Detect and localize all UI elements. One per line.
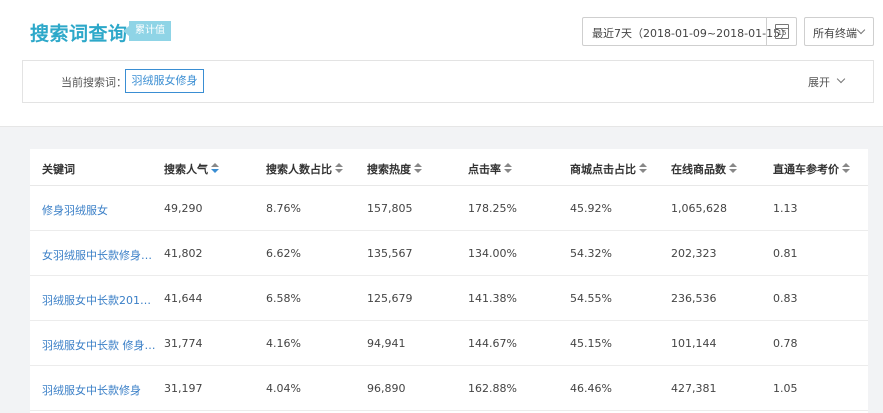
column-header-label: 搜索人气 [164, 163, 208, 176]
column-header-label: 搜索人数占比 [266, 163, 332, 176]
search-heat-cell: 125,679 [367, 292, 413, 305]
column-header-label: 关键词 [42, 163, 75, 176]
sort-icon[interactable] [335, 163, 343, 174]
ztc-price-cell: 0.81 [773, 247, 798, 260]
chevron-down-icon [856, 25, 866, 35]
online-items-cell: 236,536 [671, 292, 717, 305]
mall-click-share-cell: 45.92% [570, 202, 612, 215]
ctr-cell: 134.00% [468, 247, 517, 260]
column-header-online-items[interactable]: 在线商品数 [671, 161, 737, 177]
calendar-button[interactable]: 15 [766, 18, 796, 45]
expand-label: 展开 [808, 76, 830, 89]
ztc-price-cell: 0.83 [773, 292, 798, 305]
expand-toggle[interactable]: 展开 [808, 74, 846, 90]
online-items-cell: 202,323 [671, 247, 717, 260]
keyword-link[interactable]: 羽绒服女中长款2017新... [42, 292, 157, 308]
terminal-select[interactable]: 所有终端 [804, 17, 874, 46]
search-popularity-cell: 49,290 [164, 202, 203, 215]
sort-icon[interactable] [729, 163, 737, 174]
searcher-share-cell: 4.04% [266, 382, 301, 395]
calendar-icon: 15 [775, 24, 789, 39]
sort-icon[interactable] [211, 163, 219, 174]
sort-icon[interactable] [414, 163, 422, 174]
column-header-search-popularity[interactable]: 搜索人气 [164, 161, 219, 177]
column-header-label: 点击率 [468, 163, 501, 176]
table-row: 女羽绒服中长款修身冬... 41,802 6.62% 135,567 134.0… [30, 231, 868, 276]
filter-bar: 当前搜索词： 羽绒服女修身 展开 [22, 60, 874, 103]
search-popularity-cell: 31,197 [164, 382, 203, 395]
date-range-text: 最近7天（2018-01-09~2018-01-15） [592, 27, 792, 40]
search-heat-cell: 96,890 [367, 382, 406, 395]
search-popularity-cell: 41,802 [164, 247, 203, 260]
table-row: 羽绒服女中长款2017新... 41,644 6.58% 125,679 141… [30, 276, 868, 321]
column-header-search-heat[interactable]: 搜索热度 [367, 161, 422, 177]
current-keyword-chip[interactable]: 羽绒服女修身 [125, 69, 204, 93]
column-header-ctr[interactable]: 点击率 [468, 161, 512, 177]
column-header-searcher-share[interactable]: 搜索人数占比 [266, 161, 343, 177]
keyword-link[interactable]: 女羽绒服中长款修身冬... [42, 247, 157, 263]
online-items-cell: 101,144 [671, 337, 717, 350]
search-heat-cell: 135,567 [367, 247, 413, 260]
column-header-label: 搜索热度 [367, 163, 411, 176]
ztc-price-cell: 1.05 [773, 382, 798, 395]
table-row: 羽绒服女中长款 修身显... 31,774 4.16% 94,941 144.6… [30, 321, 868, 366]
online-items-cell: 1,065,628 [671, 202, 727, 215]
search-heat-cell: 94,941 [367, 337, 406, 350]
search-popularity-cell: 41,644 [164, 292, 203, 305]
keyword-link[interactable]: 羽绒服女中长款 修身显... [42, 337, 157, 353]
chevron-down-icon [836, 74, 846, 84]
mall-click-share-cell: 46.46% [570, 382, 612, 395]
date-range-picker[interactable]: 最近7天（2018-01-09~2018-01-15） 15 [582, 17, 797, 46]
mall-click-share-cell: 54.55% [570, 292, 612, 305]
ctr-cell: 141.38% [468, 292, 517, 305]
ztc-price-cell: 1.13 [773, 202, 798, 215]
searcher-share-cell: 6.58% [266, 292, 301, 305]
table-row: 羽绒服女中长款修身 31,197 4.04% 96,890 162.88% 46… [30, 366, 868, 411]
ctr-cell: 144.67% [468, 337, 517, 350]
mall-click-share-cell: 45.15% [570, 337, 612, 350]
calendar-day: 15 [777, 29, 787, 37]
search-popularity-cell: 31,774 [164, 337, 203, 350]
page-title: 搜索词查询 [30, 23, 128, 45]
ctr-cell: 162.88% [468, 382, 517, 395]
column-header-ztc-price[interactable]: 直通车参考价 [773, 161, 850, 177]
sort-icon[interactable] [842, 163, 850, 174]
cumulative-badge: 累计值 [123, 21, 171, 41]
sort-icon[interactable] [504, 163, 512, 174]
sort-icon[interactable] [639, 163, 647, 174]
searcher-share-cell: 6.62% [266, 247, 301, 260]
table-header: 关键词 搜索人气 搜索人数占比 搜索热度 点击率 商城点击占比 在线商品数 直通… [30, 149, 868, 186]
keyword-link[interactable]: 羽绒服女中长款修身 [42, 382, 141, 398]
searcher-share-cell: 4.16% [266, 337, 301, 350]
column-header-label: 商城点击占比 [570, 163, 636, 176]
current-keyword-label: 当前搜索词： [61, 76, 127, 89]
column-header-mall-click-share[interactable]: 商城点击占比 [570, 161, 647, 177]
mall-click-share-cell: 54.32% [570, 247, 612, 260]
terminal-select-value: 所有终端 [813, 27, 857, 40]
column-header-label: 直通车参考价 [773, 163, 839, 176]
column-header-keyword: 关键词 [42, 161, 75, 177]
ztc-price-cell: 0.78 [773, 337, 798, 350]
column-header-label: 在线商品数 [671, 163, 726, 176]
table-row: 修身羽绒服女 49,290 8.76% 157,805 178.25% 45.9… [30, 186, 868, 231]
search-heat-cell: 157,805 [367, 202, 413, 215]
keyword-table: 关键词 搜索人气 搜索人数占比 搜索热度 点击率 商城点击占比 在线商品数 直通… [30, 149, 868, 413]
online-items-cell: 427,381 [671, 382, 717, 395]
searcher-share-cell: 8.76% [266, 202, 301, 215]
ctr-cell: 178.25% [468, 202, 517, 215]
keyword-link[interactable]: 修身羽绒服女 [42, 202, 108, 218]
header-panel: 搜索词查询 累计值 最近7天（2018-01-09~2018-01-15） 15… [0, 0, 883, 127]
